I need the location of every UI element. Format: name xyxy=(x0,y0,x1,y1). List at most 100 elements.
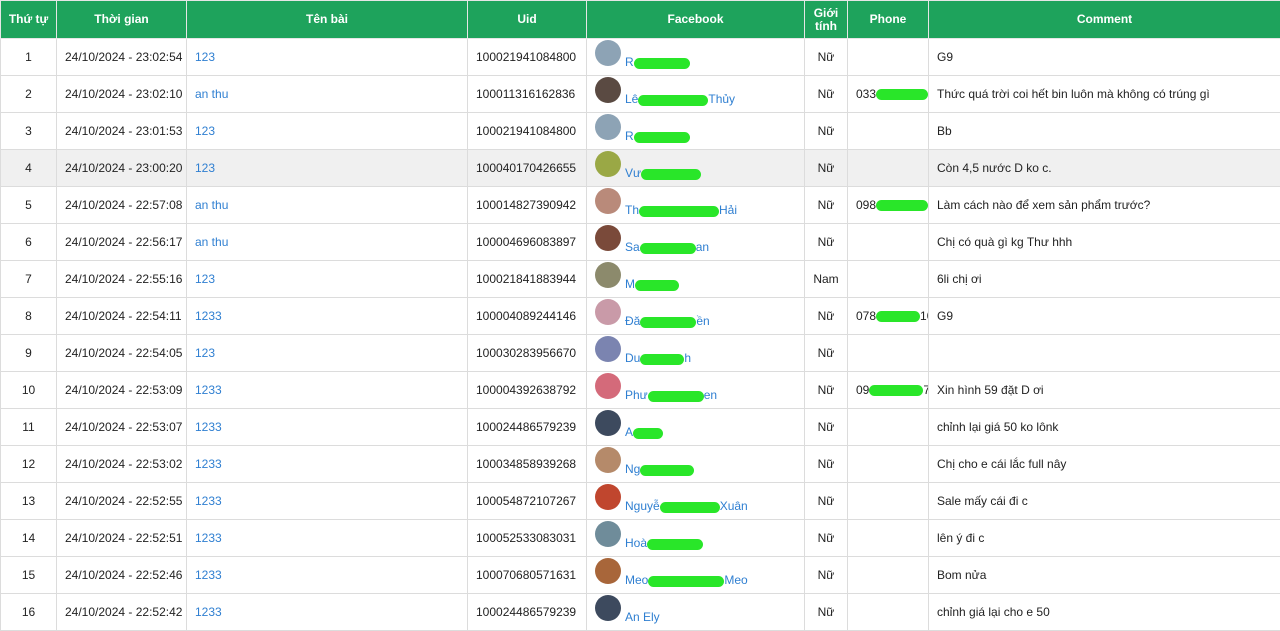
cell-stt: 8 xyxy=(1,298,57,335)
facebook-name-end: h xyxy=(684,351,691,365)
facebook-name-link[interactable]: M xyxy=(625,277,679,291)
table-row: 524/10/2024 - 22:57:08an thu100014827390… xyxy=(1,187,1280,224)
facebook-name-link[interactable]: Ng xyxy=(625,462,694,476)
avatar[interactable] xyxy=(595,299,621,325)
facebook-name-link[interactable]: Saan xyxy=(625,240,709,254)
cell-stt: 5 xyxy=(1,187,57,224)
avatar[interactable] xyxy=(595,151,621,177)
facebook-name-start: R xyxy=(625,129,634,143)
facebook-name-start: A xyxy=(625,425,633,439)
header-row: Thứ tự Thời gian Tên bài Uid Facebook Gi… xyxy=(1,1,1280,39)
cell-post-link[interactable]: 1233 xyxy=(187,557,468,594)
header-facebook[interactable]: Facebook xyxy=(587,1,805,39)
facebook-name-link[interactable]: R xyxy=(625,55,690,69)
redaction-mark xyxy=(660,502,720,513)
table-row: 1424/10/2024 - 22:52:5112331000525330830… xyxy=(1,520,1280,557)
cell-uid: 100004392638792 xyxy=(468,372,587,409)
header-phone[interactable]: Phone xyxy=(848,1,929,39)
cell-stt: 14 xyxy=(1,520,57,557)
cell-post-link[interactable]: an thu xyxy=(187,187,468,224)
cell-phone: 033993 xyxy=(848,76,929,113)
phone-start: 078 xyxy=(856,309,876,323)
facebook-name-start: Phư xyxy=(625,388,648,402)
avatar[interactable] xyxy=(595,262,621,288)
cell-post-link[interactable]: 123 xyxy=(187,150,468,187)
facebook-name-link[interactable]: Vư xyxy=(625,166,701,180)
facebook-name-link[interactable]: An Ely xyxy=(625,610,660,624)
table-row: 624/10/2024 - 22:56:17an thu100004696083… xyxy=(1,224,1280,261)
cell-facebook: M xyxy=(587,261,805,298)
cell-gender: Nữ xyxy=(805,335,848,372)
cell-comment: Sale mấy cái đi c xyxy=(929,483,1280,520)
avatar[interactable] xyxy=(595,447,621,473)
avatar[interactable] xyxy=(595,595,621,621)
header-uid[interactable]: Uid xyxy=(468,1,587,39)
avatar[interactable] xyxy=(595,225,621,251)
avatar[interactable] xyxy=(595,558,621,584)
cell-post-link[interactable]: 1233 xyxy=(187,520,468,557)
cell-stt: 7 xyxy=(1,261,57,298)
cell-phone xyxy=(848,520,929,557)
redaction-mark xyxy=(634,132,690,143)
header-stt[interactable]: Thứ tự xyxy=(1,1,57,39)
redaction-mark xyxy=(876,200,928,211)
cell-uid: 100004089244146 xyxy=(468,298,587,335)
cell-post-link[interactable]: an thu xyxy=(187,224,468,261)
table-row: 724/10/2024 - 22:55:16123100021841883944… xyxy=(1,261,1280,298)
facebook-name-link[interactable]: ThHải xyxy=(625,203,737,217)
cell-post-link[interactable]: 1233 xyxy=(187,483,468,520)
cell-post-link[interactable]: 1233 xyxy=(187,298,468,335)
cell-post-link[interactable]: 1233 xyxy=(187,594,468,631)
header-post[interactable]: Tên bài xyxy=(187,1,468,39)
avatar[interactable] xyxy=(595,77,621,103)
cell-gender: Nữ xyxy=(805,224,848,261)
cell-comment: Xin hình 59 đặt D ơi xyxy=(929,372,1280,409)
cell-stt: 15 xyxy=(1,557,57,594)
cell-post-link[interactable]: 123 xyxy=(187,39,468,76)
header-time[interactable]: Thời gian xyxy=(57,1,187,39)
facebook-name-link[interactable]: A xyxy=(625,425,663,439)
cell-phone xyxy=(848,224,929,261)
cell-post-link[interactable]: 1233 xyxy=(187,372,468,409)
avatar[interactable] xyxy=(595,484,621,510)
avatar[interactable] xyxy=(595,336,621,362)
facebook-name-link[interactable]: MeoMeo xyxy=(625,573,748,587)
facebook-name-link[interactable]: NguyễXuân xyxy=(625,499,748,513)
cell-phone xyxy=(848,557,929,594)
cell-post-link[interactable]: 1233 xyxy=(187,409,468,446)
cell-uid: 100052533083031 xyxy=(468,520,587,557)
avatar[interactable] xyxy=(595,114,621,140)
avatar[interactable] xyxy=(595,521,621,547)
header-comment[interactable]: Comment xyxy=(929,1,1280,39)
cell-gender: Nữ xyxy=(805,409,848,446)
header-gender[interactable]: Giới tính xyxy=(805,1,848,39)
cell-post-link[interactable]: an thu xyxy=(187,76,468,113)
facebook-name-link[interactable]: R xyxy=(625,129,690,143)
cell-post-link[interactable]: 1233 xyxy=(187,446,468,483)
cell-post-link[interactable]: 123 xyxy=(187,335,468,372)
table-row: 124/10/2024 - 23:02:54123100021941084800… xyxy=(1,39,1280,76)
cell-stt: 3 xyxy=(1,113,57,150)
avatar[interactable] xyxy=(595,188,621,214)
cell-stt: 16 xyxy=(1,594,57,631)
facebook-name-link[interactable]: LêThủy xyxy=(625,92,735,106)
cell-post-link[interactable]: 123 xyxy=(187,113,468,150)
phone-start: 09 xyxy=(856,383,869,397)
cell-stt: 13 xyxy=(1,483,57,520)
cell-uid: 100024486579239 xyxy=(468,409,587,446)
cell-stt: 9 xyxy=(1,335,57,372)
facebook-name-link[interactable]: Đăền xyxy=(625,314,710,328)
facebook-name-link[interactable]: Duh xyxy=(625,351,691,365)
facebook-name-link[interactable]: Phưen xyxy=(625,388,717,402)
facebook-name-link[interactable]: Hoà xyxy=(625,536,703,550)
cell-phone xyxy=(848,335,929,372)
cell-time: 24/10/2024 - 23:02:10 xyxy=(57,76,187,113)
avatar[interactable] xyxy=(595,410,621,436)
cell-time: 24/10/2024 - 22:54:11 xyxy=(57,298,187,335)
avatar[interactable] xyxy=(595,40,621,66)
avatar[interactable] xyxy=(595,373,621,399)
cell-comment: G9 xyxy=(929,298,1280,335)
table-row: 1324/10/2024 - 22:52:5512331000548721072… xyxy=(1,483,1280,520)
cell-uid: 100014827390942 xyxy=(468,187,587,224)
cell-post-link[interactable]: 123 xyxy=(187,261,468,298)
